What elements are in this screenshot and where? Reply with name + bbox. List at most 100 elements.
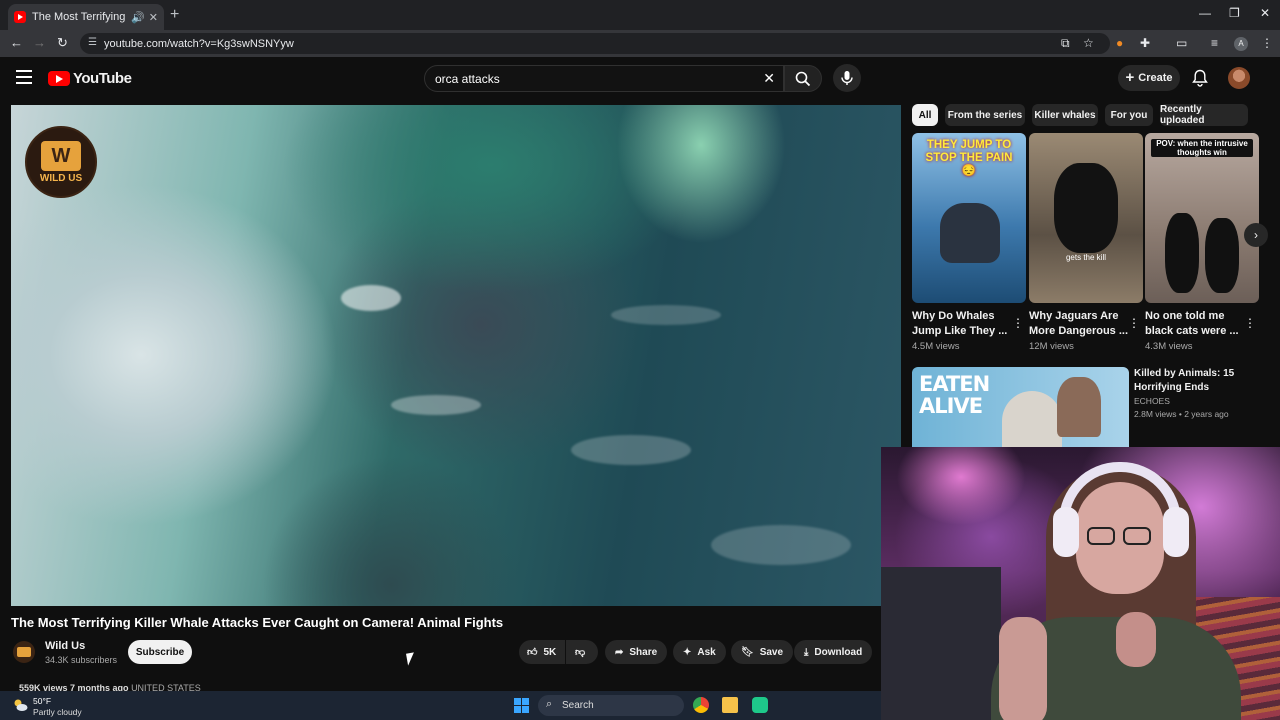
black-cat-shape bbox=[1205, 218, 1239, 293]
chip-from-the-series[interactable]: From the series bbox=[945, 104, 1025, 126]
short-thumbnail[interactable]: gets the kill bbox=[1029, 133, 1143, 303]
subscriber-count: 34.3K subscribers bbox=[45, 655, 118, 665]
share-button[interactable]: ➦ Share bbox=[605, 640, 668, 664]
share-label: Share bbox=[629, 646, 658, 658]
cast-icon[interactable]: ⧉ bbox=[1061, 36, 1070, 51]
ask-button[interactable]: ✦ Ask bbox=[673, 640, 726, 664]
recommended-channel[interactable]: ECHOES bbox=[1134, 396, 1170, 406]
browser-profile-avatar[interactable]: A bbox=[1234, 37, 1248, 51]
water-foam bbox=[571, 435, 691, 465]
chrome-icon[interactable] bbox=[693, 697, 709, 713]
youtube-logo[interactable]: YouTube bbox=[48, 70, 132, 87]
voice-search-button[interactable] bbox=[833, 64, 861, 92]
back-icon[interactable]: ← bbox=[10, 35, 23, 50]
channel-avatar[interactable] bbox=[13, 641, 35, 663]
site-info-icon[interactable]: ☰ bbox=[88, 37, 97, 48]
reload-icon[interactable]: ↻ bbox=[57, 35, 68, 51]
shorts-next-arrow-icon[interactable]: › bbox=[1244, 223, 1268, 247]
search-icon bbox=[795, 71, 811, 87]
hamburger-menu-icon[interactable] bbox=[16, 70, 32, 84]
windows-start-icon[interactable] bbox=[514, 698, 529, 713]
media-icon[interactable]: ≡ bbox=[1211, 36, 1218, 50]
new-tab-button[interactable]: + bbox=[170, 6, 179, 24]
bookmark-star-icon[interactable]: ☆ bbox=[1083, 36, 1094, 50]
more-options-icon[interactable]: ⋮ bbox=[1128, 316, 1140, 330]
chip-all[interactable]: All bbox=[912, 104, 938, 126]
channel-name[interactable]: Wild Us bbox=[45, 640, 85, 652]
search-button[interactable] bbox=[784, 65, 822, 92]
chip-recently-uploaded[interactable]: Recently uploaded bbox=[1160, 104, 1248, 126]
address-bar[interactable]: ☰ youtube.com/watch?v=Kg3swNSNYyw bbox=[80, 33, 1110, 54]
weather-condition[interactable]: Partly cloudy bbox=[33, 707, 82, 717]
minimize-icon[interactable]: — bbox=[1199, 6, 1211, 20]
short-title[interactable]: Why Do Whales Jump Like They ... bbox=[912, 309, 1012, 339]
download-button[interactable]: ⤓ Download bbox=[794, 640, 873, 664]
recommended-thumbnail[interactable]: EATEN ALIVE bbox=[912, 367, 1129, 447]
menu-kebab-icon[interactable]: ⋮ bbox=[1261, 36, 1273, 50]
taskbar-search-label: Search bbox=[562, 700, 594, 711]
subscribe-button[interactable]: Subscribe bbox=[128, 640, 192, 664]
taskbar-search[interactable]: ⌕ Search bbox=[538, 695, 684, 716]
clear-search-icon[interactable]: ✕ bbox=[763, 70, 775, 87]
search-input[interactable]: orca attacks ✕ bbox=[424, 65, 784, 92]
user-avatar[interactable] bbox=[1228, 67, 1250, 89]
save-button[interactable]: 🔖︎ Save bbox=[731, 640, 794, 664]
channel-watermark-logo[interactable]: W WILD US bbox=[25, 126, 97, 198]
like-count: 5K bbox=[543, 646, 557, 658]
water-foam bbox=[611, 305, 721, 325]
weather-temperature[interactable]: 50°F bbox=[33, 696, 51, 706]
video-player[interactable]: W WILD US bbox=[11, 105, 901, 606]
short-thumbnail[interactable]: THEY JUMP TO STOP THE PAIN 😔 bbox=[912, 133, 1026, 303]
water-foam bbox=[341, 285, 401, 311]
browser-tab[interactable]: The Most Terrifying Killer W 🔊 ✕ bbox=[8, 4, 164, 30]
partly-cloudy-icon[interactable] bbox=[12, 698, 28, 712]
video-title: The Most Terrifying Killer Whale Attacks… bbox=[11, 615, 504, 630]
notifications-bell-icon[interactable] bbox=[1192, 69, 1208, 87]
whale-shape bbox=[940, 203, 1000, 263]
browser-toolbar: ← → ↻ ☰ youtube.com/watch?v=Kg3swNSNYyw … bbox=[0, 30, 1280, 57]
plus-icon: + bbox=[1125, 69, 1135, 86]
more-options-icon[interactable]: ⋮ bbox=[1012, 316, 1024, 330]
chip-killer-whales[interactable]: Killer whales bbox=[1032, 104, 1098, 126]
person-arm bbox=[999, 617, 1047, 720]
like-button[interactable]: 👍︎ 5K bbox=[519, 640, 565, 664]
search-icon: ⌕ bbox=[546, 698, 553, 710]
sparkle-icon: ✦ bbox=[683, 646, 692, 658]
close-tab-icon[interactable]: ✕ bbox=[149, 11, 158, 24]
dislike-button[interactable]: 👎︎ bbox=[566, 640, 598, 664]
file-explorer-icon[interactable] bbox=[722, 697, 738, 713]
maximize-icon[interactable]: ❐ bbox=[1229, 6, 1240, 20]
create-button[interactable]: + Create bbox=[1118, 65, 1180, 91]
thumbnail-text: EATEN ALIVE bbox=[919, 372, 990, 418]
microphone-icon bbox=[841, 71, 853, 85]
extension-icon[interactable]: ● bbox=[1116, 36, 1123, 50]
extensions-puzzle-icon[interactable]: ✚ bbox=[1140, 36, 1150, 50]
download-icon: ⤓ bbox=[804, 646, 809, 658]
bookmark-icon: 🔖︎ bbox=[741, 646, 754, 658]
watermark-text: WILD US bbox=[39, 172, 83, 184]
youtube-play-icon bbox=[48, 71, 70, 86]
speaker-icon[interactable]: 🔊 bbox=[131, 11, 145, 24]
figure-shape bbox=[1002, 391, 1062, 447]
short-thumbnail[interactable]: POV: when the intrusive thoughts win bbox=[1145, 133, 1259, 303]
sidebar-icon[interactable]: ▭ bbox=[1176, 36, 1187, 50]
water-foam bbox=[391, 395, 481, 415]
short-title[interactable]: Why Jaguars Are More Dangerous ... bbox=[1029, 309, 1129, 339]
thumbs-up-icon: 👍︎ bbox=[527, 647, 538, 658]
app-icon[interactable] bbox=[752, 697, 768, 713]
short-caption: gets the kill bbox=[1065, 253, 1107, 262]
close-window-icon[interactable]: ✕ bbox=[1260, 6, 1270, 20]
more-options-icon[interactable]: ⋮ bbox=[1244, 316, 1256, 330]
chip-for-you[interactable]: For you bbox=[1105, 104, 1153, 126]
short-views: 4.3M views bbox=[1145, 341, 1193, 352]
tab-title: The Most Terrifying Killer W bbox=[32, 11, 127, 23]
black-cat-shape bbox=[1165, 213, 1199, 293]
short-title[interactable]: No one told me black cats were ... bbox=[1145, 309, 1245, 339]
forward-icon[interactable]: → bbox=[33, 35, 46, 50]
recommended-title[interactable]: Killed by Animals: 15 Horrifying Ends bbox=[1134, 367, 1254, 395]
figure-shape bbox=[1057, 377, 1101, 437]
browser-tab-bar: The Most Terrifying Killer W 🔊 ✕ + — ❐ ✕ bbox=[0, 0, 1280, 30]
person-hand bbox=[1116, 612, 1156, 667]
youtube-logo-text: YouTube bbox=[73, 70, 132, 87]
youtube-header: YouTube orca attacks ✕ + Create bbox=[0, 57, 1280, 100]
